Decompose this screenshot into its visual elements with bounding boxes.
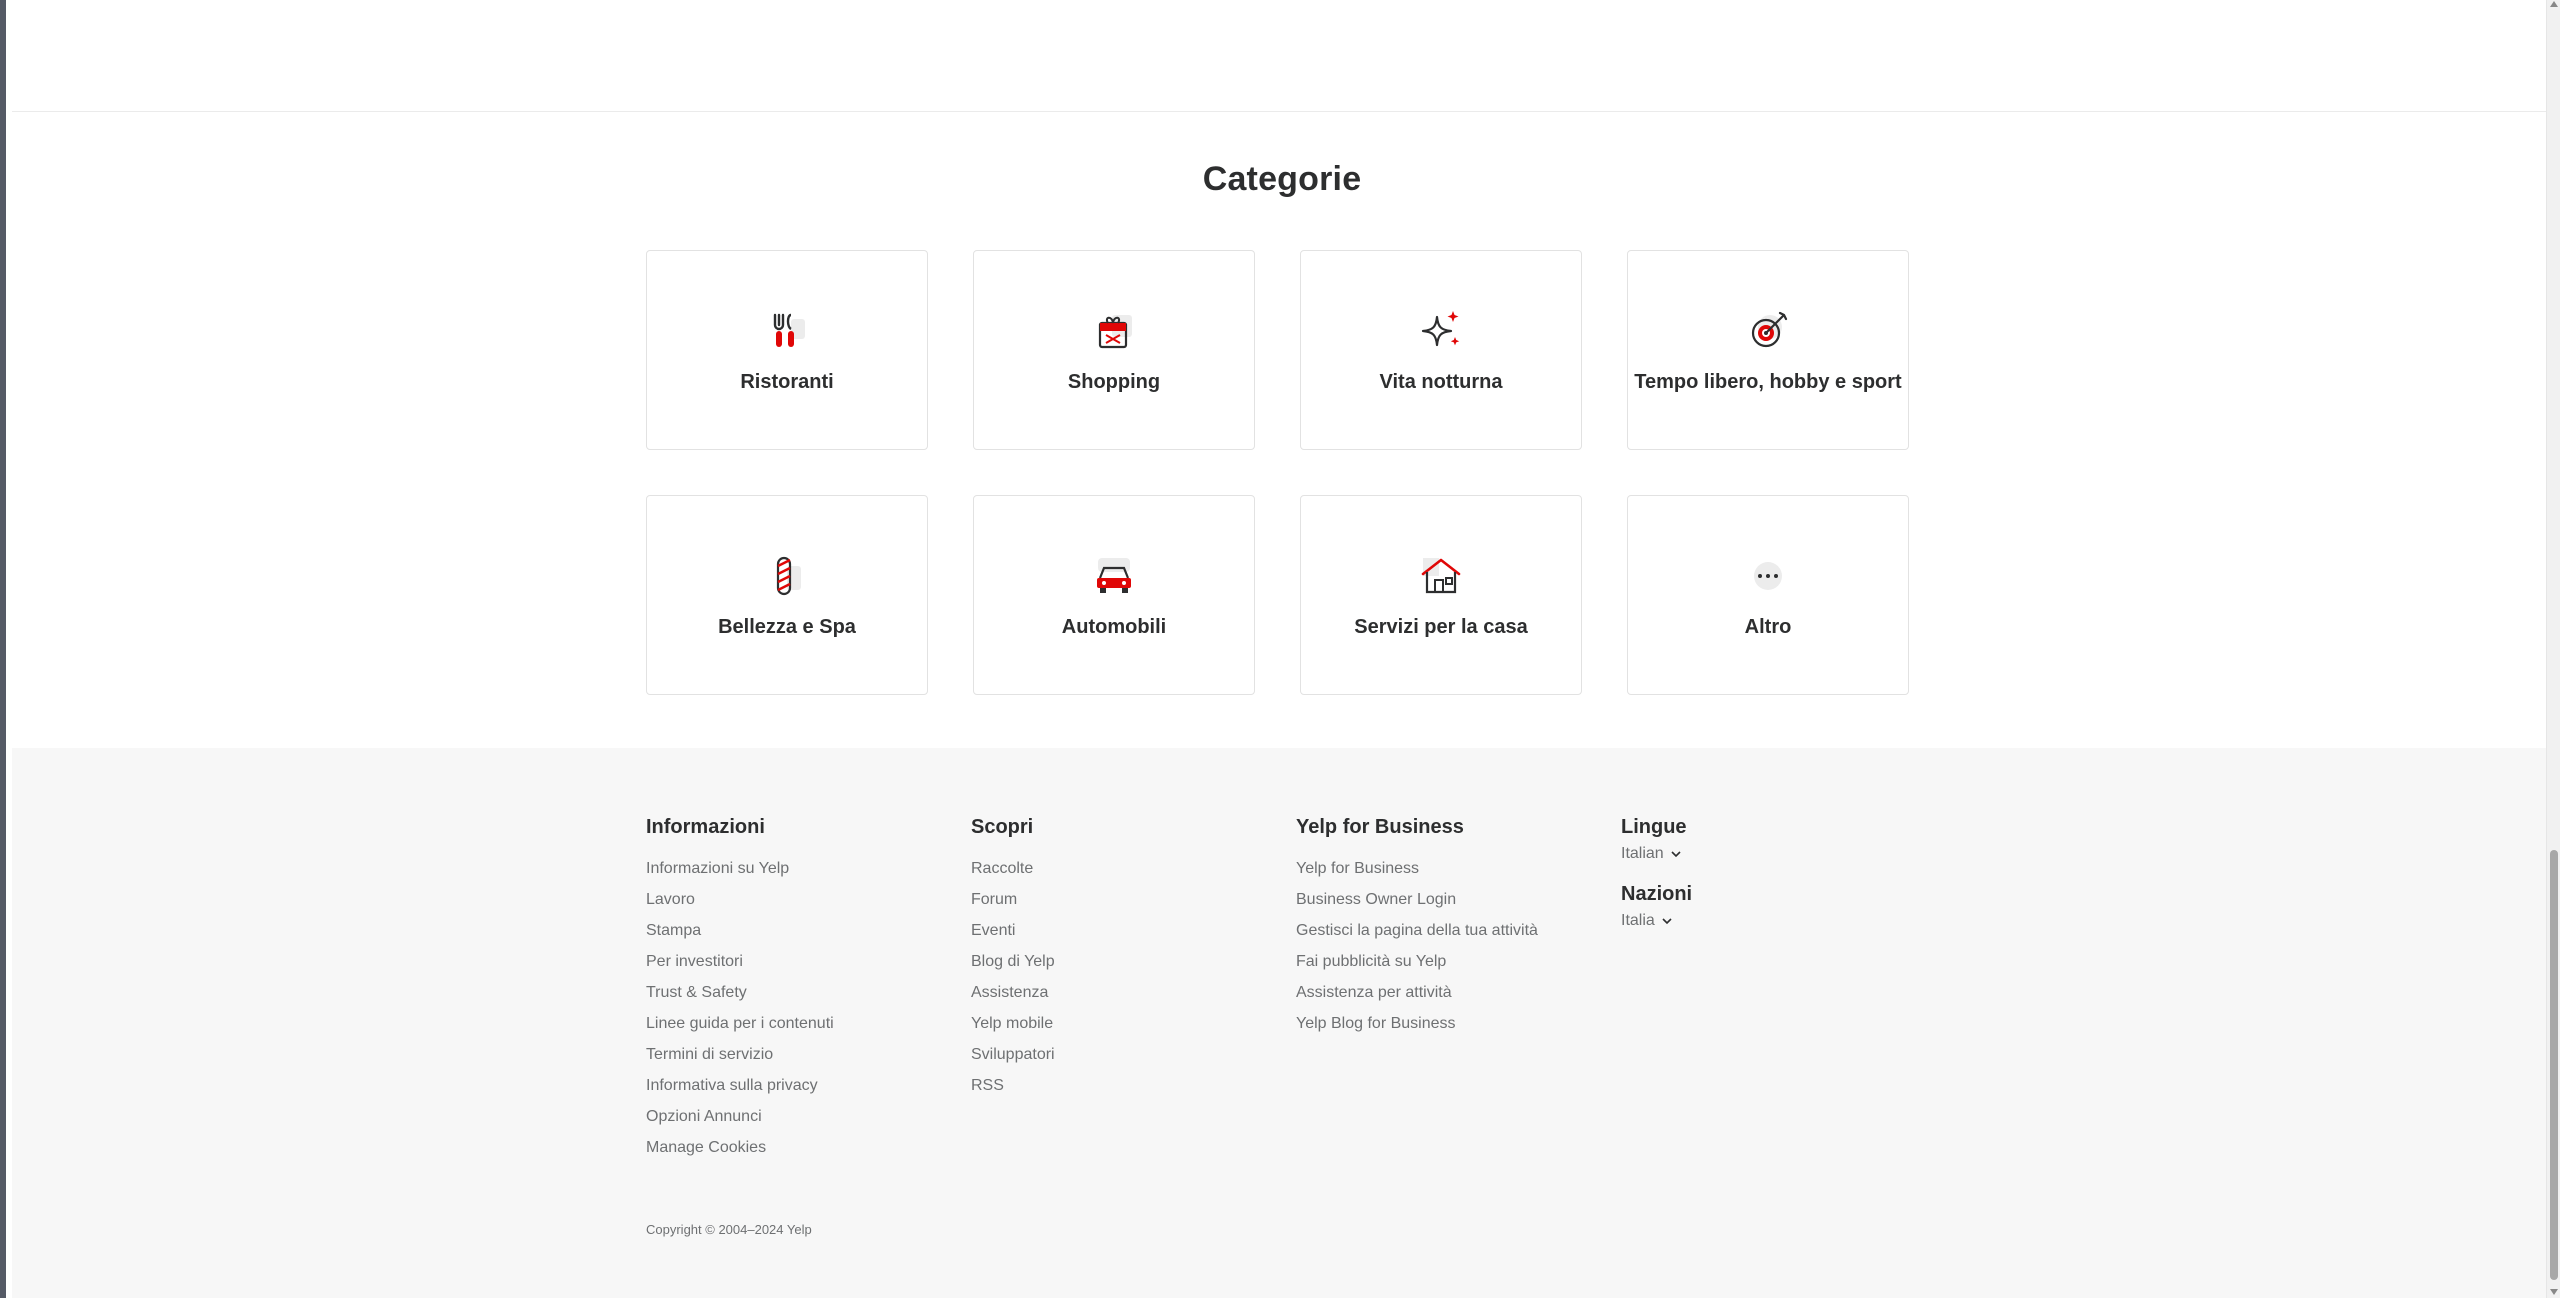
footer-col-lingue-nazioni: Lingue Italian Nazioni Italia [1621,816,1921,950]
scrollbar-thumb[interactable] [2550,850,2558,1280]
footer-link[interactable]: Raccolte [971,853,1271,884]
footer-link[interactable]: Sviluppatori [971,1039,1271,1070]
footer-heading-nazioni: Nazioni [1621,883,1693,905]
nightlife-sparkle-icon [1421,310,1460,346]
restaurant-icon [773,313,805,347]
category-label: Vita notturna [1379,370,1503,393]
chevron-down-icon [1671,851,1681,858]
category-card-vita-notturna[interactable]: Vita notturna [1300,250,1582,450]
category-card-altro[interactable]: Altro [1627,495,1909,695]
footer-link[interactable]: RSS [971,1070,1271,1101]
more-dots-icon [1754,561,1782,590]
footer-link[interactable]: Blog di Yelp [971,946,1271,977]
footer-link[interactable]: Forum [971,884,1271,915]
scroll-down-arrow-icon[interactable] [2550,1289,2558,1295]
footer-link[interactable]: Per investitori [646,946,946,977]
category-card-bellezza-spa[interactable]: Bellezza e Spa [646,495,928,695]
scroll-up-arrow-icon[interactable] [2550,1,2558,7]
category-card-servizi-casa[interactable]: Servizi per la casa [1300,495,1582,695]
chevron-down-icon [1662,918,1672,925]
footer-link[interactable]: Stampa [646,915,946,946]
page: Categorie Ristoranti Shopping Vita nottu… [0,0,2560,1298]
footer-link[interactable]: Fai pubblicità su Yelp [1296,946,1596,977]
footer-link[interactable]: Yelp Blog for Business [1296,1008,1596,1039]
footer-link[interactable]: Termini di servizio [646,1039,946,1070]
footer-link[interactable]: Assistenza per attività [1296,977,1596,1008]
language-value: Italian [1621,845,1664,862]
category-label: Shopping [1067,370,1161,393]
footer-link[interactable]: Business Owner Login [1296,884,1596,915]
footer-link[interactable]: Assistenza [971,977,1271,1008]
category-label: Automobili [1061,615,1167,638]
category-label: Tempo libero, hobby e sport [1634,370,1902,393]
footer-heading: Informazioni [646,816,765,838]
footer-link[interactable]: Informativa sulla privacy [646,1070,946,1101]
target-icon [1751,311,1788,347]
footer-link[interactable]: Informazioni su Yelp [646,853,946,884]
category-card-shopping[interactable]: Shopping [973,250,1255,450]
barber-pole-icon [776,556,801,595]
footer-link[interactable]: Gestisci la pagina della tua attività [1296,915,1596,946]
category-card-tempo-libero[interactable]: Tempo libero, hobby e sport [1627,250,1909,450]
category-label: Altro [1744,615,1792,638]
category-label: Ristoranti [740,370,834,393]
footer-heading-lingue: Lingue [1621,816,1687,838]
footer-link[interactable]: Trust & Safety [646,977,946,1008]
vertical-scrollbar[interactable] [2546,0,2560,1298]
categories-grid: Ristoranti Shopping Vita notturna Tempo … [646,250,1910,696]
language-select[interactable]: Italian [1621,845,1921,863]
footer-columns: Informazioni Informazioni su Yelp Lavoro… [646,816,1946,1176]
categories-title: Categorie [1202,160,1362,198]
footer-heading: Scopri [971,816,1034,838]
copyright-text: Copyright © 2004–2024 Yelp [646,1222,812,1237]
footer-link[interactable]: Yelp for Business [1296,853,1596,884]
shopping-gift-icon [1098,314,1132,348]
footer-link[interactable]: Linee guida per i contenuti [646,1008,946,1039]
top-section [12,0,2552,112]
footer-col-informazioni: Informazioni Informazioni su Yelp Lavoro… [646,816,946,1163]
footer: Informazioni Informazioni su Yelp Lavoro… [12,748,2552,1298]
country-select[interactable]: Italia [1621,912,1921,930]
footer-link[interactable]: Manage Cookies [646,1132,946,1163]
footer-col-scopri: Scopri Raccolte Forum Eventi Blog di Yel… [971,816,1271,1101]
footer-link[interactable]: Lavoro [646,884,946,915]
footer-link[interactable]: Yelp mobile [971,1008,1271,1039]
category-card-automobili[interactable]: Automobili [973,495,1255,695]
category-label: Bellezza e Spa [718,615,856,638]
category-card-ristoranti[interactable]: Ristoranti [646,250,928,450]
footer-col-business: Yelp for Business Yelp for Business Busi… [1296,816,1596,1039]
car-icon [1097,557,1131,593]
footer-link[interactable]: Eventi [971,915,1271,946]
footer-heading: Yelp for Business [1296,816,1464,838]
country-value: Italia [1621,912,1655,929]
category-label: Servizi per la casa [1354,615,1528,638]
house-icon [1421,557,1461,593]
footer-link[interactable]: Opzioni Annunci [646,1101,946,1132]
